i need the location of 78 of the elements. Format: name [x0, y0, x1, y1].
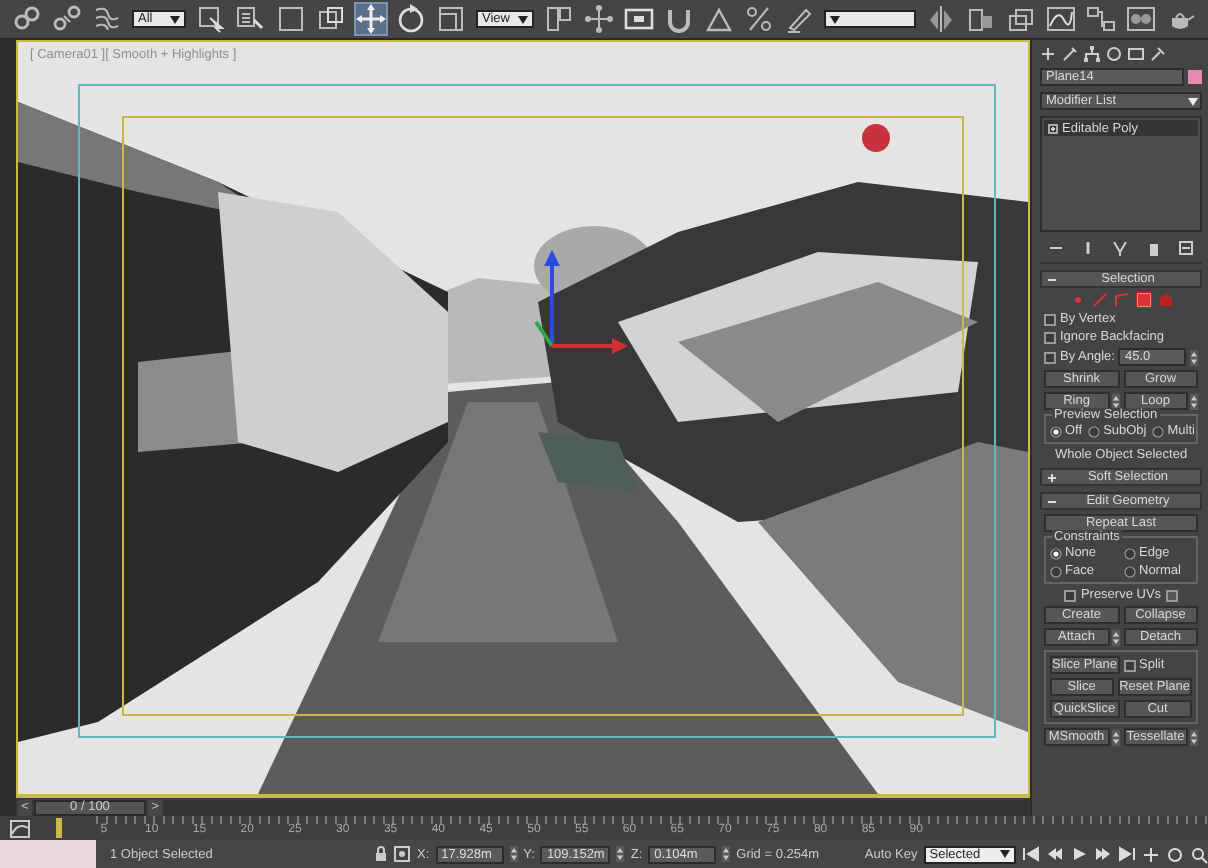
expand-icon [1048, 473, 1056, 481]
spinner-icon[interactable] [509, 846, 518, 862]
settings-button[interactable] [1165, 589, 1178, 601]
play-icon[interactable] [1070, 845, 1089, 863]
caret-icon [1188, 97, 1198, 105]
caret-icon [517, 15, 528, 23]
unlink-icon[interactable] [52, 4, 82, 34]
modify-tab-icon[interactable] [1062, 46, 1078, 62]
script-listener-field[interactable] [0, 840, 96, 868]
manipulate-icon[interactable] [583, 4, 614, 34]
collapse-icon [1048, 497, 1056, 505]
spinner-icon[interactable] [1111, 729, 1119, 745]
orbit-icon[interactable] [1166, 845, 1185, 863]
rotate-icon[interactable] [396, 4, 426, 34]
rectangle-selection-icon[interactable] [276, 4, 306, 34]
checkbox[interactable] [1044, 331, 1056, 343]
expand-icon[interactable] [1048, 123, 1058, 133]
radio-button[interactable] [1152, 425, 1165, 437]
schematic-view-icon[interactable] [1086, 4, 1116, 34]
monitor-icon[interactable] [623, 4, 654, 34]
create-tab-icon[interactable] [1040, 46, 1056, 62]
material-editor-icon[interactable] [1126, 4, 1156, 34]
previous-frame-icon[interactable] [1046, 845, 1065, 863]
spinner-icon[interactable] [1190, 729, 1198, 745]
hierarchy-tab-icon[interactable] [1084, 46, 1100, 62]
motion-tab-icon[interactable] [1106, 46, 1122, 62]
go-to-end-icon[interactable] [1118, 845, 1137, 863]
scale-icon[interactable] [436, 4, 466, 34]
absolute-mode-icon[interactable] [394, 846, 411, 862]
pan-icon[interactable] [1142, 845, 1161, 863]
utilities-tab-icon[interactable] [1150, 46, 1166, 62]
named-selection-dropdown[interactable] [823, 10, 916, 28]
caret-icon [1000, 850, 1011, 858]
caret-icon [829, 15, 840, 23]
fork-icon[interactable] [1112, 239, 1129, 255]
radio-button[interactable] [1124, 547, 1136, 559]
pivot-icon[interactable] [543, 4, 574, 34]
curve-editor-icon[interactable] [10, 819, 30, 837]
checkbox[interactable] [1044, 351, 1056, 363]
next-frame-icon[interactable] [1094, 845, 1113, 863]
select-object-icon[interactable] [196, 4, 226, 34]
display-tab-icon[interactable] [1128, 46, 1144, 62]
radio-button[interactable] [1050, 547, 1062, 559]
time-marker [56, 818, 62, 838]
object-color-swatch[interactable] [1188, 70, 1202, 84]
snap-icon[interactable] [663, 4, 694, 34]
lock-icon[interactable] [374, 846, 389, 862]
edit-selection-set-icon[interactable] [783, 4, 814, 34]
radio-button[interactable] [1050, 425, 1062, 437]
move-icon[interactable] [356, 4, 386, 34]
spinner-icon[interactable] [1111, 629, 1119, 645]
spinner-icon[interactable] [1111, 393, 1119, 409]
radio-button[interactable] [1124, 565, 1136, 577]
select-by-name-icon[interactable] [236, 4, 266, 34]
angle-snap-icon[interactable] [703, 4, 734, 34]
mirror-icon[interactable] [926, 4, 956, 34]
spinner-icon[interactable] [616, 846, 625, 862]
spinner-icon[interactable] [722, 846, 731, 862]
collapse-icon [1048, 275, 1056, 283]
configure-icon[interactable] [1177, 239, 1194, 255]
polygon-level-icon[interactable] [1135, 292, 1151, 308]
radio-button[interactable] [1088, 425, 1101, 437]
go-to-start-icon[interactable] [1022, 845, 1041, 863]
spinner-icon[interactable] [1190, 393, 1198, 409]
layer-icon[interactable] [1006, 4, 1036, 34]
percent-snap-icon[interactable] [743, 4, 774, 34]
window-crossing-icon[interactable] [316, 4, 346, 34]
link-icon[interactable] [12, 4, 42, 34]
curve-editor-icon[interactable] [1046, 4, 1076, 34]
checkbox[interactable] [1044, 313, 1056, 325]
align-icon[interactable] [966, 4, 996, 34]
checkbox[interactable] [1123, 659, 1136, 671]
zoom-icon[interactable] [1190, 845, 1208, 863]
radio-button[interactable] [1050, 565, 1062, 577]
caret-icon [170, 15, 180, 23]
squiggle-icon[interactable] [92, 4, 122, 34]
checkbox[interactable] [1064, 589, 1077, 601]
spinner-icon[interactable] [1190, 349, 1198, 365]
